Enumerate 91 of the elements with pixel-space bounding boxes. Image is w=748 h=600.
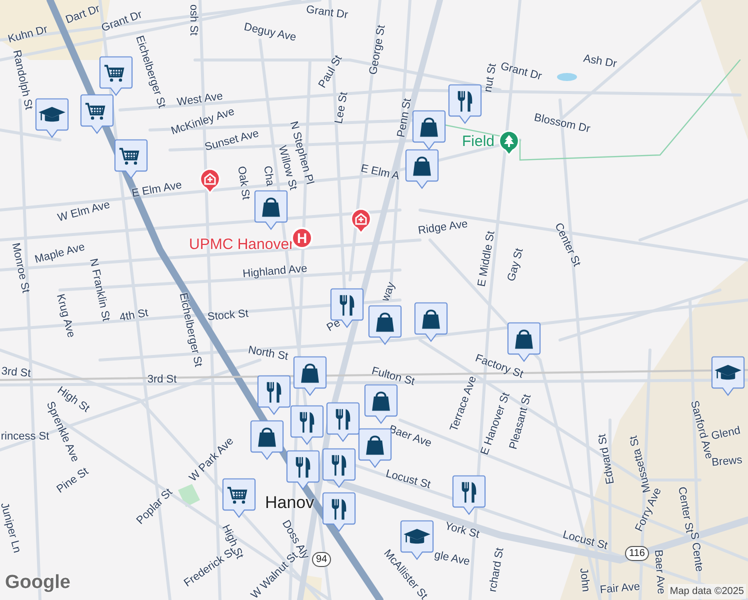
street-label: North St	[247, 345, 289, 363]
shopping-bag-icon[interactable]	[254, 190, 288, 231]
shopping-bag-icon[interactable]	[414, 302, 448, 343]
fork-knife-icon[interactable]	[290, 405, 324, 446]
fork-knife-icon[interactable]	[322, 492, 356, 533]
city-label: Hanov	[265, 494, 314, 511]
street-label: rchard St	[488, 547, 506, 593]
street-label: Highland Ave	[242, 264, 308, 280]
map-attribution: Map data ©2025	[668, 584, 746, 599]
street-label: 4th St	[118, 308, 150, 324]
street-label: Ash Dr	[582, 54, 618, 70]
street-label: rincess St	[0, 432, 50, 442]
street-label: Deguy Ave	[242, 22, 298, 44]
park-area	[178, 484, 200, 507]
street-label: Pleasant St	[508, 393, 534, 451]
street-label: Locust St	[561, 530, 609, 552]
fork-knife-icon[interactable]	[452, 475, 486, 516]
street-label: 3rd St	[0, 366, 32, 380]
street-label: Randolph St	[10, 49, 34, 111]
street-label: E Elm Ave	[131, 180, 183, 200]
fork-knife-icon[interactable]	[448, 84, 482, 125]
map-logo: Google	[5, 570, 70, 594]
street-label: nut St	[483, 62, 499, 94]
street-label: Penn St	[396, 98, 414, 138]
street-label: Kuhn Dr	[7, 24, 49, 46]
street-label: Blossom Dr	[533, 112, 591, 136]
street-label: Grant Dr	[100, 10, 144, 34]
street-label: Juniper Ln	[0, 502, 22, 554]
street-label: Ridge Ave	[418, 219, 468, 237]
shopping-bag-icon[interactable]	[358, 428, 392, 469]
shopping-bag-icon[interactable]	[293, 356, 327, 397]
street-label: Grant Dr	[499, 61, 543, 83]
shopping-bag-icon[interactable]	[250, 420, 284, 461]
street-label: osh St	[188, 4, 198, 36]
street-label: Pe	[325, 318, 343, 334]
street-label: 3rd St	[147, 374, 177, 386]
street-label: Fair Ave	[600, 582, 640, 596]
street-label: Dart Dr	[64, 4, 102, 26]
shopping-bag-icon[interactable]	[368, 305, 402, 346]
street-label: Brews	[711, 455, 743, 469]
street-label: Center St	[552, 222, 582, 268]
street-label: Monroe St	[9, 242, 31, 294]
street-label: Edward St	[597, 433, 617, 485]
shopping-bag-icon[interactable]	[405, 149, 439, 190]
shopping-bag-icon[interactable]	[412, 110, 446, 151]
hospital-marker[interactable]: H	[291, 227, 313, 249]
street-label: George St	[368, 24, 388, 76]
street-label: Sunset Ave	[204, 128, 260, 154]
street-label: N Franklin St	[87, 258, 111, 322]
fork-knife-icon[interactable]	[322, 448, 356, 489]
pond	[557, 73, 577, 81]
place-label[interactable]: Field	[462, 134, 495, 149]
street-label: W Elm Ave	[56, 200, 112, 224]
street-label: Fulton St	[370, 366, 416, 388]
shopping-cart-icon[interactable]	[222, 478, 256, 519]
street-label: Oak St	[235, 166, 251, 200]
street-label: Locust St	[384, 468, 432, 492]
street-label: John	[577, 568, 591, 592]
fork-knife-icon[interactable]	[257, 375, 291, 416]
street-label: Baer Ave	[652, 549, 666, 595]
hospital-icon[interactable]	[350, 208, 372, 234]
street-label: Stock St	[207, 308, 249, 324]
route-shield: 94	[312, 552, 332, 567]
graduation-cap-icon[interactable]	[711, 356, 745, 397]
fork-knife-icon[interactable]	[286, 450, 320, 491]
street-label: way	[380, 280, 398, 304]
street-label: E Elm A	[360, 164, 400, 182]
street-label: Maple Ave	[34, 242, 86, 266]
shopping-cart-icon[interactable]	[99, 56, 133, 97]
graduation-cap-icon[interactable]	[35, 98, 69, 139]
street-label: Lee St	[334, 91, 350, 125]
street-label: Cha	[261, 165, 275, 187]
street-label: Eichelberger St	[176, 292, 204, 368]
street-label: West Ave	[176, 91, 224, 109]
street-label: Grant Dr	[305, 4, 349, 22]
street-label: gle Ave	[433, 550, 471, 568]
street-label: E Middle St	[476, 230, 498, 288]
shopping-cart-icon[interactable]	[114, 139, 148, 180]
shopping-bag-icon[interactable]	[364, 384, 398, 425]
street-label: Center St	[676, 486, 694, 534]
street-label: York St	[444, 521, 480, 541]
fork-knife-icon[interactable]	[326, 402, 360, 443]
tree-icon[interactable]	[498, 130, 520, 156]
built-up-area	[303, 575, 322, 600]
street-label: Krug Ave	[54, 293, 76, 339]
hospital-icon[interactable]	[199, 168, 221, 194]
street-label: Gay St	[506, 247, 526, 283]
street-label: S Cente	[688, 532, 704, 572]
shopping-cart-icon[interactable]	[80, 94, 114, 135]
street-label: Pine St	[55, 466, 91, 496]
street-label: Glend	[710, 426, 742, 442]
